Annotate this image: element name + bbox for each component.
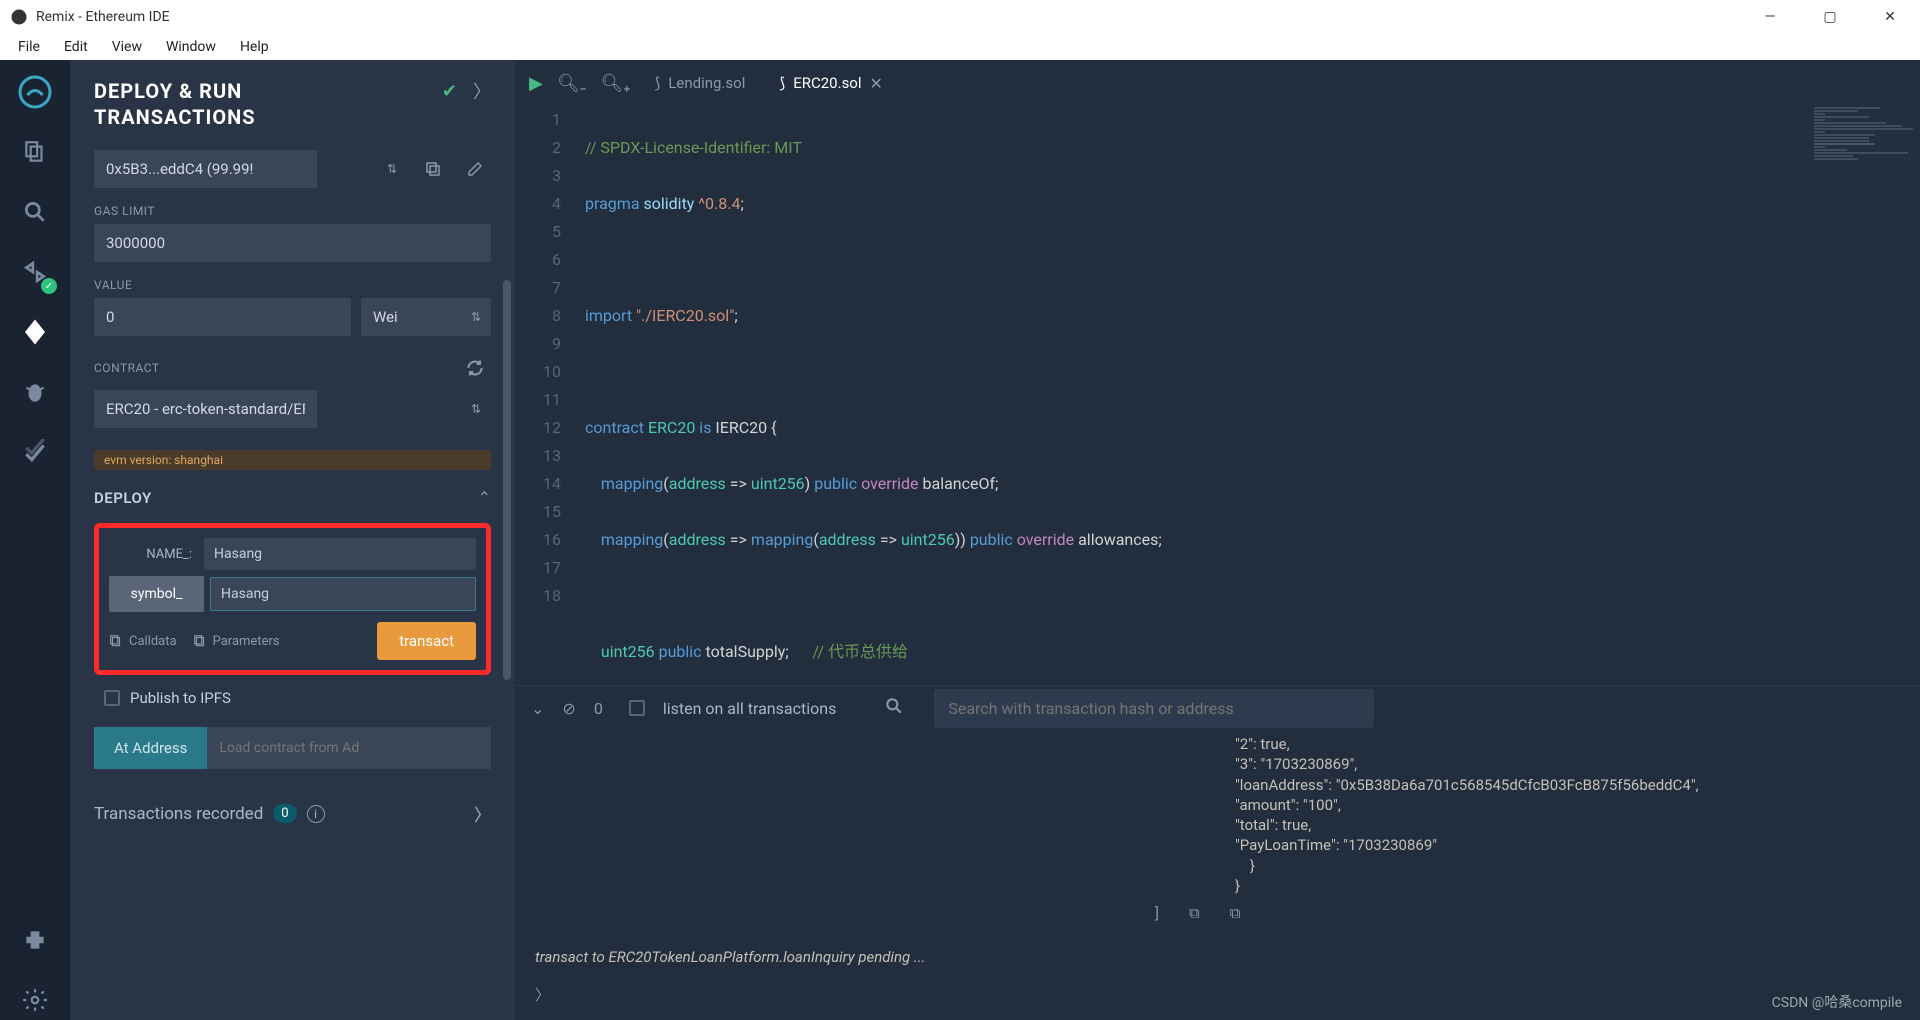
value-unit-select[interactable]: [361, 298, 491, 336]
pending-count: 0: [594, 699, 603, 718]
solidity-icon: ⟆: [779, 74, 785, 92]
gas-limit-label: GAS LIMIT: [94, 204, 491, 218]
run-button[interactable]: ▶: [529, 73, 543, 94]
evm-version-badge: evm version: shanghai: [94, 450, 491, 470]
close-button[interactable]: ✕: [1860, 0, 1920, 34]
settings-icon[interactable]: [15, 980, 55, 1020]
collapse-icon[interactable]: ⌃: [478, 488, 491, 507]
search-icon[interactable]: [884, 696, 904, 720]
zoom-out-icon[interactable]: 🔍︎₋: [557, 73, 587, 94]
parameters-button[interactable]: Parameters: [193, 634, 280, 649]
window-title: Remix - Ethereum IDE: [36, 9, 170, 25]
param-symbol-input[interactable]: [210, 577, 476, 611]
search-icon[interactable]: [15, 192, 55, 232]
gas-limit-input[interactable]: [94, 224, 491, 262]
watermark: CSDN @哈桑compile: [1772, 992, 1902, 1012]
menubar: File Edit View Window Help: [0, 34, 1920, 60]
value-label: VALUE: [94, 278, 491, 292]
refresh-icon[interactable]: [459, 352, 491, 384]
listen-label: listen on all transactions: [663, 699, 837, 718]
at-address-input[interactable]: [207, 727, 491, 769]
info-icon[interactable]: i: [307, 805, 325, 823]
zoom-in-icon[interactable]: 🔍︎₊: [600, 73, 630, 94]
file-explorer-icon[interactable]: [15, 132, 55, 172]
menu-window[interactable]: Window: [156, 37, 226, 57]
minimap[interactable]: [1810, 106, 1920, 436]
chevron-updown-icon: ⇅: [387, 162, 397, 176]
terminal: ⌄ ⊘ 0 listen on all transactions "2": tr…: [515, 685, 1920, 1020]
remix-logo-icon: [10, 8, 28, 26]
clear-terminal-icon[interactable]: ⊘: [562, 699, 575, 718]
deploy-params-box: NAME_: symbol_ Calldata Parameters trans…: [94, 523, 491, 675]
deploy-panel: DEPLOY & RUNTRANSACTIONS ✔ 〉 ⇅ GAS LIMIT…: [70, 60, 515, 1020]
contract-label: CONTRACT: [94, 361, 160, 375]
panel-title: DEPLOY & RUNTRANSACTIONS: [94, 78, 256, 130]
chevron-right-icon[interactable]: 〉: [473, 78, 491, 104]
compiler-icon[interactable]: ✓: [15, 252, 55, 292]
deploy-section-label: DEPLOY: [94, 489, 152, 507]
menu-help[interactable]: Help: [230, 37, 279, 57]
panel-scrollbar[interactable]: [503, 280, 511, 680]
collapse-terminal-icon[interactable]: ⌄: [531, 699, 544, 718]
tx-recorded-label: Transactions recorded: [94, 804, 263, 824]
deploy-icon[interactable]: [15, 312, 55, 352]
debugger-icon[interactable]: [15, 372, 55, 412]
terminal-search-input[interactable]: [934, 689, 1374, 728]
terminal-output: "2": true, "3": "1703230869", "loanAddre…: [1235, 734, 1900, 896]
bracket-icon: ]: [1155, 904, 1159, 922]
at-address-button[interactable]: At Address: [94, 727, 207, 769]
tx-count-badge: 0: [273, 804, 296, 823]
titlebar: Remix - Ethereum IDE — ▢ ✕: [0, 0, 1920, 34]
close-tab-icon[interactable]: ✕: [870, 74, 883, 93]
publish-ipfs-checkbox[interactable]: [104, 690, 120, 706]
chevron-right-icon[interactable]: 〉: [535, 984, 1900, 1005]
param-name-input[interactable]: [204, 538, 476, 570]
minimize-button[interactable]: —: [1740, 0, 1800, 34]
tab-lending[interactable]: ⟆Lending.sol: [644, 68, 755, 98]
tab-erc20[interactable]: ⟆ERC20.sol✕: [769, 68, 893, 99]
plugin-icon[interactable]: [15, 920, 55, 960]
chevron-right-icon[interactable]: 〉: [474, 801, 491, 826]
compile-success-badge: ✓: [41, 278, 57, 294]
menu-file[interactable]: File: [8, 37, 50, 57]
maximize-button[interactable]: ▢: [1800, 0, 1860, 34]
menu-view[interactable]: View: [102, 37, 152, 57]
publish-ipfs-label: Publish to IPFS: [130, 689, 231, 707]
code-editor[interactable]: 123456789101112131415161718 // SPDX-Lice…: [515, 106, 1920, 685]
param-symbol-label-button[interactable]: symbol_: [109, 576, 204, 612]
terminal-message: transact to ERC20TokenLoanPlatform.loanI…: [535, 948, 1900, 966]
copy-icon[interactable]: ⧉: [1189, 904, 1200, 922]
value-input[interactable]: [94, 298, 351, 336]
check-icon: ✔: [442, 81, 457, 102]
menu-edit[interactable]: Edit: [54, 37, 98, 57]
analysis-icon[interactable]: [15, 432, 55, 472]
chevron-updown-icon: ⇅: [471, 402, 481, 416]
listen-checkbox[interactable]: [629, 700, 645, 716]
copy-icon[interactable]: ⧉: [1230, 904, 1241, 922]
solidity-icon: ⟆: [654, 74, 660, 92]
editor-area: ▶ 🔍︎₋ 🔍︎₊ ⟆Lending.sol ⟆ERC20.sol✕ 12345…: [515, 60, 1920, 1020]
edit-account-icon[interactable]: [459, 153, 491, 185]
param-name-label: NAME_:: [109, 547, 204, 562]
transact-button[interactable]: transact: [377, 622, 476, 660]
icon-sidebar: ✓: [0, 60, 70, 1020]
home-icon[interactable]: [15, 72, 55, 112]
contract-select[interactable]: [94, 390, 317, 428]
calldata-button[interactable]: Calldata: [109, 634, 177, 649]
account-select[interactable]: [94, 150, 317, 188]
copy-account-icon[interactable]: [417, 153, 449, 185]
